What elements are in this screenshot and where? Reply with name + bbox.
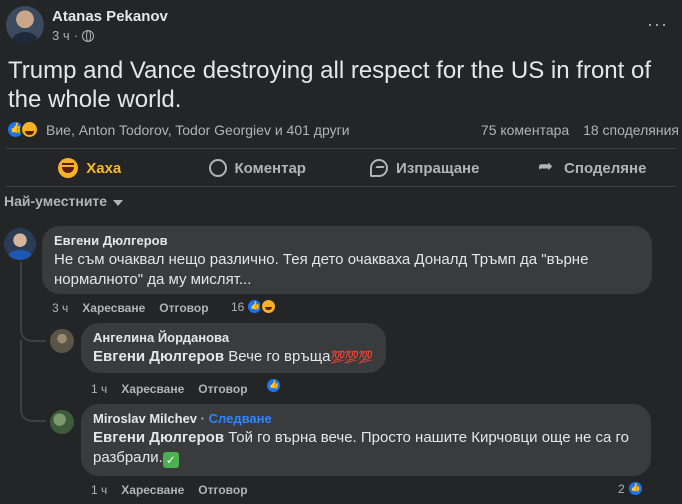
like-reply-button[interactable]: Харесване [121,483,184,497]
like-reaction-icon [626,480,644,497]
replier-name[interactable]: Miroslav Milchev [93,411,197,426]
comment-button[interactable]: Коментар [174,150,342,186]
more-options-icon[interactable]: ··· [647,14,668,35]
globe-icon[interactable] [81,29,94,42]
reply-time[interactable]: 1 ч [91,382,107,396]
send-label: Изпращане [396,159,480,177]
reply-bubble: Ангелина Йорданова Евгени Дюлгеров Вече … [81,323,386,373]
comment-label: Коментар [234,159,306,177]
comment-text: Не съм очаквал нещо различно. Тея дето о… [54,251,589,288]
like-reply-button[interactable]: Харесване [121,382,184,396]
counts: 75 коментара 18 споделяния [471,122,679,138]
post-text: Trump and Vance destroying all respect f… [8,57,651,113]
divider [6,186,676,187]
share-label: Споделяне [564,159,647,177]
haha-label: Хаха [86,159,122,177]
check-mark-icon: ✓ [162,452,179,468]
mention-link[interactable]: Евгени Дюлгеров [93,348,224,365]
reply-actions: 1 ч Харесване Отговор [91,483,248,497]
reply-reaction-count: 2 [618,481,625,496]
comments-count[interactable]: 75 коментара [481,122,569,138]
reply-bubble: Miroslav Milchev · Следване Евгени Дюлге… [81,404,651,476]
comment-time[interactable]: 3 ч [52,301,68,315]
messenger-icon [370,159,389,177]
commenter-avatar[interactable] [4,228,36,260]
dot-separator: · [200,411,206,426]
reply-actions: 1 ч Харесване Отговор [91,382,248,396]
comment-actions: 3 ч Харесване Отговор [52,301,209,315]
caret-down-icon [113,199,124,206]
shares-count[interactable]: 18 споделяния [583,122,679,138]
haha-button[interactable]: Хаха [6,150,174,186]
reply-reactions[interactable] [265,377,282,394]
reactions-names[interactable]: Вие, Anton Todorov, Todor Georgiev и 401… [46,122,350,138]
sort-label: Най-уместните [4,193,108,209]
hundred-emoji: 💯💯💯 [330,350,373,364]
replier-name[interactable]: Ангелина Йорданова [93,330,374,346]
share-button[interactable]: Споделяне [509,150,677,186]
reply-text: Евгени Дюлгеров Той го върна вече. Прост… [93,428,639,468]
comment-sort-dropdown[interactable]: Най-уместните [4,193,124,209]
replier-avatar[interactable] [50,410,74,434]
like-comment-button[interactable]: Харесване [82,301,145,315]
post-header: Atanas Pekanov 3 ч · ··· [6,6,676,46]
dot-separator: · [73,28,78,43]
comment-reaction-count: 16 [231,299,245,314]
reply-text: Евгени Дюлгеров Вече го връща💯💯💯 [93,347,374,367]
reply-reactions[interactable]: 2 [618,480,644,497]
post-actions: Хаха Коментар Изпращане Споделяне [6,150,676,186]
mention-link[interactable]: Евгени Дюлгеров [93,429,224,446]
reply-button[interactable]: Отговор [159,301,208,315]
replier-name-row: Miroslav Milchev · Следване [93,411,639,427]
like-reaction-icon [265,377,282,394]
divider [6,148,676,149]
author-name[interactable]: Atanas Pekanov [52,8,168,25]
reactions-summary: Вие, Anton Todorov, Todor Georgiev и 401… [6,120,682,140]
haha-reaction-icon [20,120,39,139]
comment-reactions[interactable]: 16 [231,298,278,315]
reply-body: Вече го връща [224,348,331,365]
commenter-name[interactable]: Евгени Дюлгеров [54,233,640,249]
share-icon [538,156,556,177]
haha-icon [58,158,79,178]
follow-button[interactable]: Следване [209,411,272,426]
post-meta: 3 ч · [52,28,94,43]
comment-bubble: Евгени Дюлгеров Не съм очаквал нещо разл… [42,226,652,294]
post-time[interactable]: 3 ч [52,28,70,43]
reaction-icons[interactable] [6,120,46,140]
reply-time[interactable]: 1 ч [91,483,107,497]
reply-button[interactable]: Отговор [198,382,247,396]
send-button[interactable]: Изпращане [341,150,509,186]
haha-reaction-icon [260,298,278,315]
reply-button[interactable]: Отговор [198,483,247,497]
author-avatar[interactable] [6,6,44,44]
thread-connector [20,340,46,422]
comment-icon [208,159,227,177]
replier-avatar[interactable] [50,329,74,353]
